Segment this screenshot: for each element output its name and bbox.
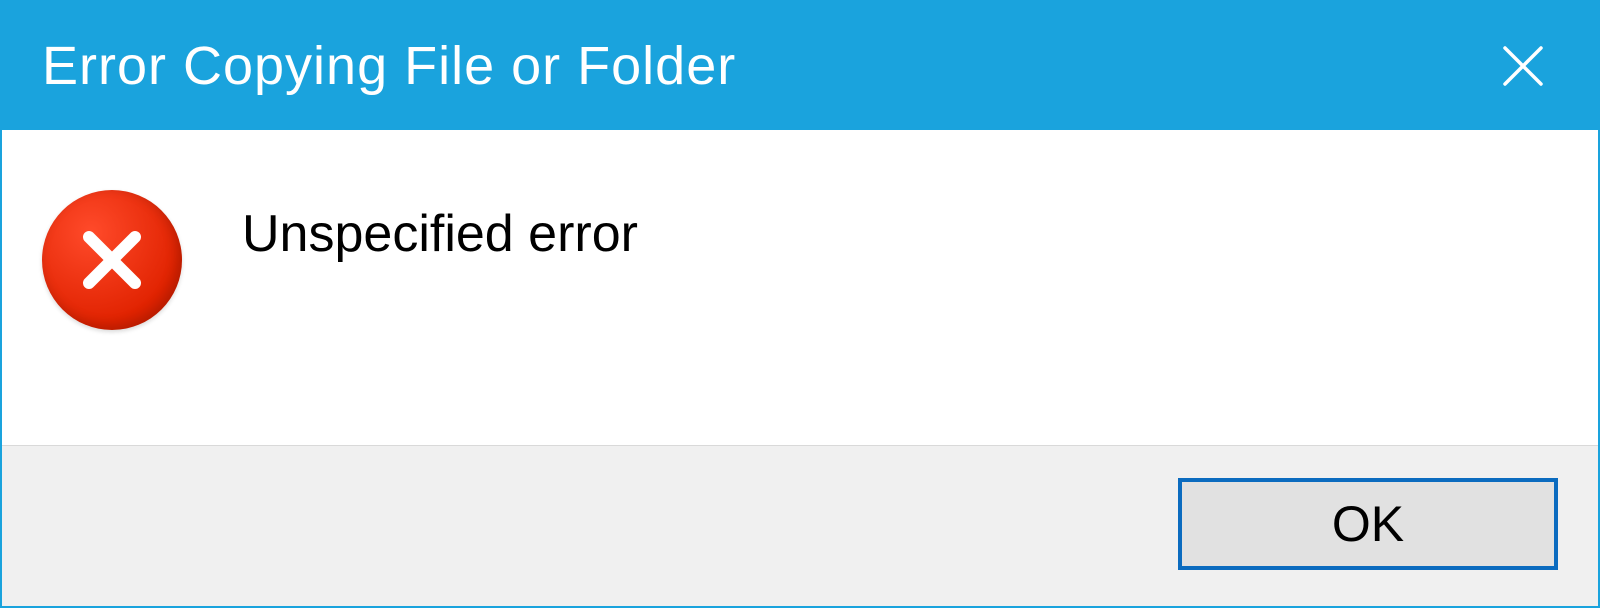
error-message: Unspecified error	[242, 190, 638, 264]
content-area: Unspecified error	[2, 130, 1598, 445]
titlebar: Error Copying File or Folder	[2, 2, 1598, 130]
error-icon	[42, 190, 182, 330]
ok-button[interactable]: OK	[1178, 478, 1558, 570]
error-dialog: Error Copying File or Folder Unspecified…	[0, 0, 1600, 608]
close-icon	[1501, 44, 1545, 88]
button-bar: OK	[2, 445, 1598, 606]
close-button[interactable]	[1478, 2, 1568, 130]
dialog-title: Error Copying File or Folder	[42, 35, 736, 97]
